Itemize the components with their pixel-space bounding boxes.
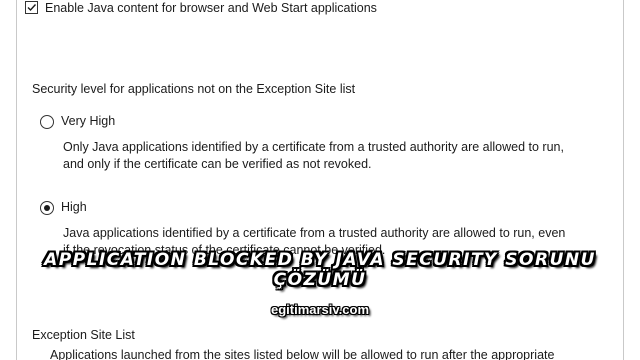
overlay-site-watermark: egitimarsiv.com [270,302,370,317]
radio-very-high[interactable] [40,115,54,129]
radio-selected-dot [44,205,50,211]
overlay-title-line1: APPLICATION BLOCKED BY JAVA SECURITY SOR… [44,250,596,270]
exception-site-list-label: Exception Site List [32,328,135,342]
overlay-title-line2: ÇÖZÜMÜ [273,270,367,290]
option-high-description-line1: Java applications identified by a certif… [63,226,566,240]
option-very-high-label: Very High [61,114,116,128]
option-very-high-description-line1: Only Java applications identified by a c… [63,140,564,154]
checkmark-icon [27,4,37,12]
option-very-high-description-line2: and only if the certificate can be verif… [63,157,372,171]
radio-high[interactable] [40,201,54,215]
exception-site-list-description: Applications launched from the sites lis… [50,348,555,360]
option-high-label: High [61,200,87,214]
java-security-screenshot: Enable Java content for browser and Web … [0,0,640,360]
enable-java-checkbox[interactable] [25,1,38,14]
enable-java-label: Enable Java content for browser and Web … [45,1,377,15]
security-level-label: Security level for applications not on t… [32,82,356,96]
